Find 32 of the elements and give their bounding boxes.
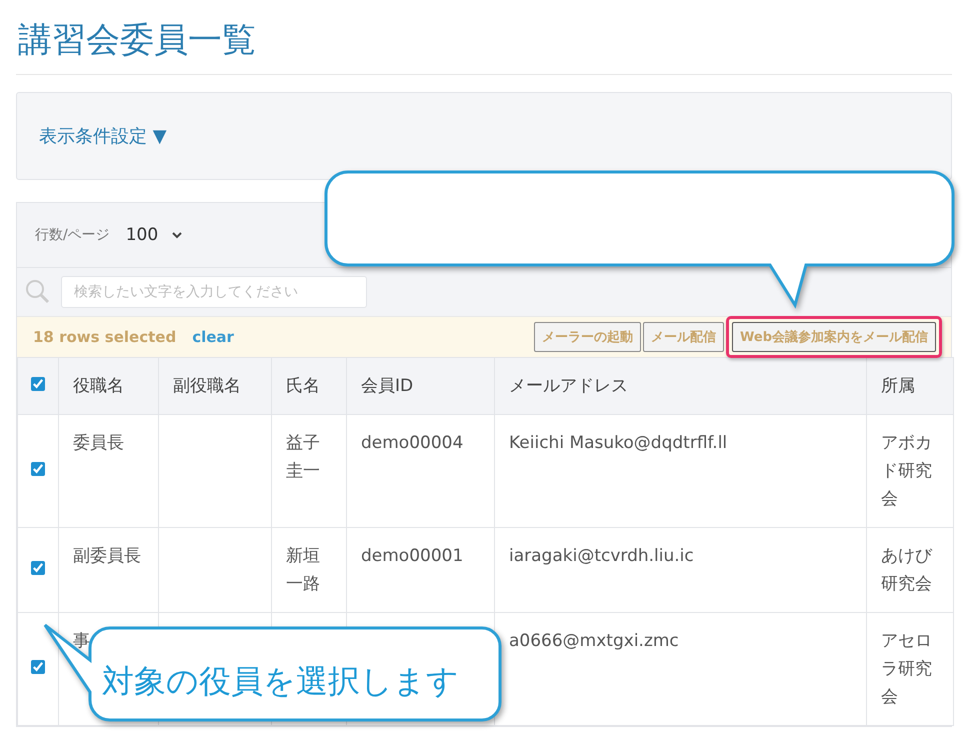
row-checkbox[interactable] bbox=[31, 561, 45, 575]
search-field[interactable]: 検索したい文字を入力してください bbox=[61, 276, 367, 308]
table-cell: demo00004 bbox=[361, 433, 464, 453]
rows-per-page-label: 行数/ページ bbox=[35, 226, 110, 244]
column-header[interactable]: メールアドレス bbox=[494, 358, 866, 414]
table-cell: 事 bbox=[73, 631, 90, 651]
callout-text: 対象の役員を選択します bbox=[102, 661, 459, 702]
table-cell: Keiichi Masuko@dqdtrflf.ll bbox=[509, 433, 728, 453]
column-header[interactable]: 役職名 bbox=[58, 358, 158, 414]
rows-per-page-select[interactable]: 100 bbox=[126, 225, 182, 245]
table-cell: 益子圭一 bbox=[286, 433, 320, 481]
table-cell: demo00001 bbox=[361, 546, 464, 566]
filter-toggle[interactable]: 表示条件設定 ▼ bbox=[39, 124, 167, 148]
table-cell: 副委員長 bbox=[73, 546, 141, 566]
table-cell: アボカド研究会 bbox=[881, 433, 932, 509]
column-header[interactable]: 会員ID bbox=[346, 358, 494, 414]
table-cell: アセロラ研究会 bbox=[881, 631, 932, 707]
page-title: 講習会委員一覧 bbox=[17, 19, 257, 62]
chevron-down-icon bbox=[172, 232, 182, 238]
column-header[interactable]: 所属 bbox=[866, 358, 954, 414]
column-header[interactable]: 副役職名 bbox=[158, 358, 272, 414]
search-icon bbox=[25, 279, 51, 305]
select-all-checkbox[interactable] bbox=[31, 377, 45, 391]
column-header[interactable]: 氏名 bbox=[272, 358, 346, 414]
selection-count: 18 rows selected bbox=[33, 328, 176, 346]
table-cell: 委員長 bbox=[73, 433, 124, 453]
table-cell: あけび研究会 bbox=[881, 546, 932, 594]
table-cell: a0666@mxtgxi.zmc bbox=[509, 631, 679, 651]
row-checkbox[interactable] bbox=[31, 462, 45, 476]
table-cell: iaragaki@tcvrdh.liu.ic bbox=[509, 546, 694, 566]
row-checkbox[interactable] bbox=[31, 660, 45, 674]
table-cell: 新垣一路 bbox=[286, 546, 320, 594]
